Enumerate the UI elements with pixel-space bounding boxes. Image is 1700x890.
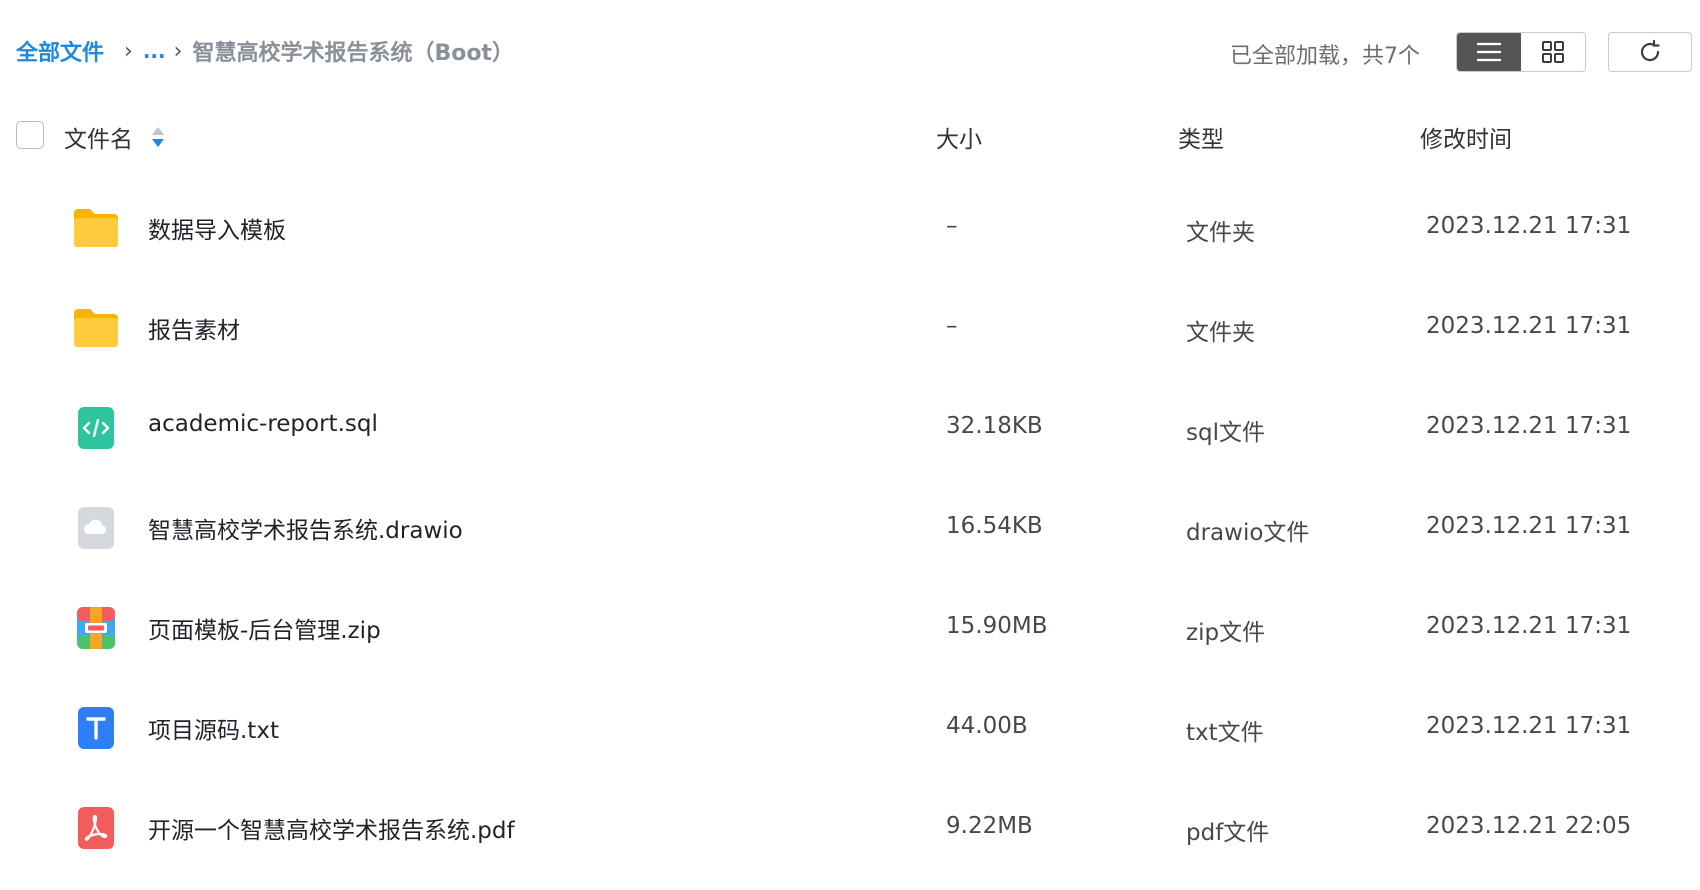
file-type: drawio文件 bbox=[1186, 520, 1310, 546]
view-toggle bbox=[1456, 32, 1586, 72]
breadcrumb: 全部文件 › ... › 智慧高校学术报告系统（Boot） bbox=[16, 34, 514, 68]
file-row[interactable]: 开源一个智慧高校学术报告系统.pdf 9.22MB pdf文件 2023.12.… bbox=[0, 778, 1700, 878]
file-modified-time: 2023.12.21 17:31 bbox=[1426, 613, 1632, 639]
pdf-file-icon bbox=[70, 804, 122, 852]
chevron-right-icon: › bbox=[124, 38, 133, 64]
breadcrumb-current: 智慧高校学术报告系统（Boot） bbox=[192, 41, 514, 66]
column-type-header[interactable]: 类型 bbox=[1178, 120, 1224, 154]
archive-file-icon bbox=[70, 604, 122, 652]
file-name: 开源一个智慧高校学术报告系统.pdf bbox=[148, 818, 515, 844]
file-size: – bbox=[946, 213, 958, 239]
file-modified-time: 2023.12.21 17:31 bbox=[1426, 513, 1632, 539]
file-row[interactable]: 数据导入模板 – 文件夹 2023.12.21 17:31 bbox=[0, 178, 1700, 278]
file-modified-time: 2023.12.21 22:05 bbox=[1426, 813, 1632, 839]
file-name: academic-report.sql bbox=[148, 411, 378, 437]
grid-view-button[interactable] bbox=[1521, 33, 1585, 71]
file-type: sql文件 bbox=[1186, 420, 1265, 446]
refresh-icon bbox=[1640, 39, 1660, 62]
file-browser: 全部文件 › ... › 智慧高校学术报告系统（Boot） 已全部加载，共7个 bbox=[0, 0, 1700, 890]
column-name-label: 文件名 bbox=[64, 127, 133, 153]
file-type: txt文件 bbox=[1186, 720, 1264, 746]
file-name: 智慧高校学术报告系统.drawio bbox=[148, 518, 463, 544]
file-name: 页面模板-后台管理.zip bbox=[148, 618, 381, 644]
file-modified-time: 2023.12.21 17:31 bbox=[1426, 713, 1632, 739]
file-row[interactable]: 智慧高校学术报告系统.drawio 16.54KB drawio文件 2023.… bbox=[0, 478, 1700, 578]
list-view-button[interactable] bbox=[1457, 33, 1521, 71]
select-all-checkbox[interactable] bbox=[16, 121, 44, 149]
file-list: 数据导入模板 – 文件夹 2023.12.21 17:31 报告素材 – 文件夹… bbox=[0, 178, 1700, 878]
file-row[interactable]: 页面模板-后台管理.zip 15.90MB zip文件 2023.12.21 1… bbox=[0, 578, 1700, 678]
file-name: 报告素材 bbox=[148, 318, 240, 344]
file-type: 文件夹 bbox=[1186, 320, 1255, 346]
table-header: 文件名 大小 类型 修改时间 bbox=[0, 110, 1700, 160]
file-type: zip文件 bbox=[1186, 620, 1266, 646]
cloud-file-icon bbox=[70, 504, 122, 552]
chevron-right-icon: › bbox=[173, 38, 183, 64]
file-size: – bbox=[946, 313, 958, 339]
file-type: pdf文件 bbox=[1186, 820, 1270, 846]
file-modified-time: 2023.12.21 17:31 bbox=[1426, 313, 1632, 339]
file-size: 32.18KB bbox=[946, 413, 1043, 439]
file-row[interactable]: 报告素材 – 文件夹 2023.12.21 17:31 bbox=[0, 278, 1700, 378]
file-modified-time: 2023.12.21 17:31 bbox=[1426, 213, 1632, 239]
list-view-icon bbox=[1477, 42, 1501, 62]
folder-icon bbox=[70, 204, 122, 252]
file-modified-time: 2023.12.21 17:31 bbox=[1426, 413, 1632, 439]
grid-view-icon bbox=[1542, 41, 1564, 63]
column-name-header[interactable]: 文件名 bbox=[64, 120, 165, 154]
text-file-icon bbox=[70, 704, 122, 752]
refresh-button[interactable] bbox=[1608, 32, 1692, 72]
file-size: 16.54KB bbox=[946, 513, 1043, 539]
file-size: 15.90MB bbox=[946, 613, 1048, 639]
file-row[interactable]: 项目源码.txt 44.00B txt文件 2023.12.21 17:31 bbox=[0, 678, 1700, 778]
top-bar: 全部文件 › ... › 智慧高校学术报告系统（Boot） 已全部加载，共7个 bbox=[0, 0, 1700, 100]
breadcrumb-ellipsis-link[interactable]: ... bbox=[143, 39, 166, 63]
folder-icon bbox=[70, 304, 122, 352]
load-status: 已全部加载，共7个 bbox=[1230, 44, 1420, 69]
column-size-header[interactable]: 大小 bbox=[936, 120, 982, 154]
breadcrumb-root-link[interactable]: 全部文件 bbox=[16, 35, 104, 67]
file-size: 44.00B bbox=[946, 713, 1028, 739]
code-file-icon bbox=[70, 404, 122, 452]
file-size: 9.22MB bbox=[946, 813, 1033, 839]
file-type: 文件夹 bbox=[1186, 220, 1255, 246]
sort-icon[interactable] bbox=[151, 125, 165, 149]
file-name: 项目源码.txt bbox=[148, 718, 279, 744]
column-time-header[interactable]: 修改时间 bbox=[1420, 120, 1512, 154]
file-row[interactable]: academic-report.sql 32.18KB sql文件 2023.1… bbox=[0, 378, 1700, 478]
file-name: 数据导入模板 bbox=[148, 218, 286, 244]
